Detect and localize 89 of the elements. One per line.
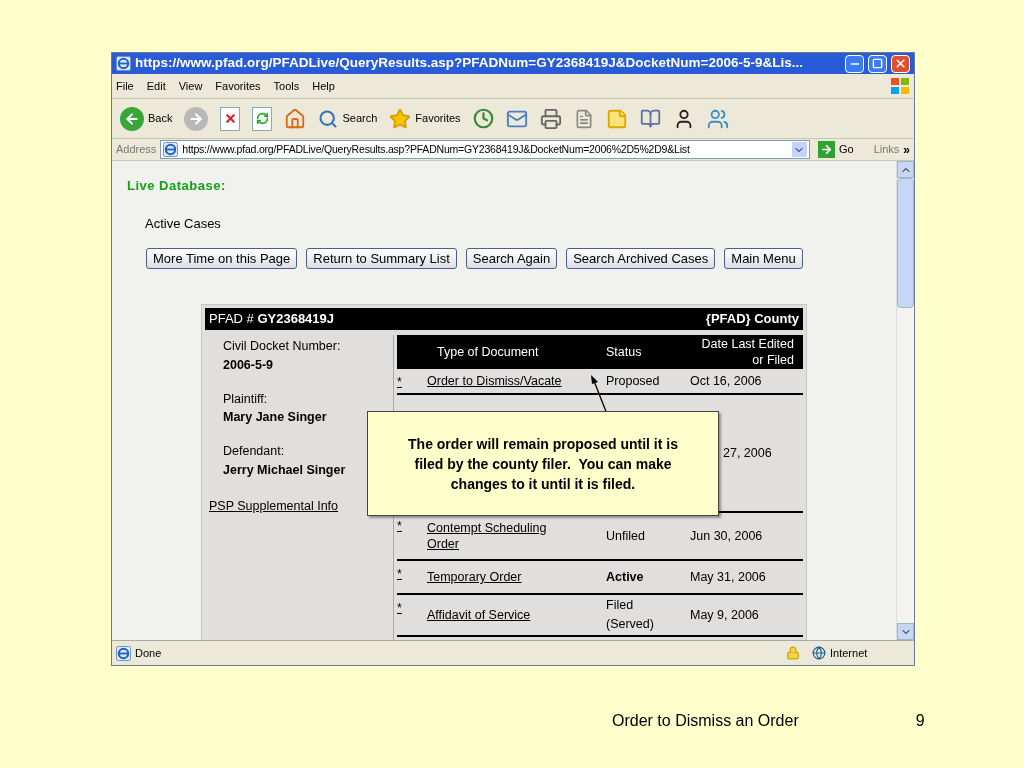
- scroll-up-icon[interactable]: [897, 161, 914, 178]
- page-button[interactable]: Return to Summary List: [306, 248, 457, 269]
- status-text: Active: [606, 568, 645, 586]
- zone-text: Internet: [830, 645, 869, 661]
- close-button[interactable]: [891, 54, 910, 73]
- links-button[interactable]: Links: [873, 141, 900, 158]
- stop-icon: [220, 106, 241, 131]
- more-chevron[interactable]: »: [903, 140, 910, 159]
- slide-footer-title: Order to Dismiss an Order: [612, 711, 799, 731]
- slide-number: 9: [915, 711, 925, 731]
- status-text: Done: [135, 645, 163, 661]
- page-subheading: Active Cases: [145, 214, 222, 233]
- close-icon: [894, 57, 907, 70]
- page-button[interactable]: Main Menu: [724, 248, 803, 269]
- status-text: Proposed: [606, 372, 661, 390]
- column-header: Type of Document: [436, 343, 540, 361]
- status-page-icon: [116, 645, 131, 661]
- date-text: Oct 16, 2006: [690, 372, 763, 390]
- callout-note: The order will remain proposed until it is filed by the county filer. You can make changes to it until it is filed.: [367, 411, 719, 516]
- book-icon: [639, 108, 661, 129]
- supplemental-info-link[interactable]: PSP Supplemental Info: [209, 496, 339, 516]
- stop-button[interactable]: [220, 106, 241, 131]
- page-icon: [163, 142, 179, 157]
- dropdown-icon: [791, 142, 807, 157]
- address-field[interactable]: https://www.pfad.org/PFADLive/QueryResults.asp?PFADNum=GY2368419J&DocketNum=2006%2D5%2D9&List: [160, 140, 810, 159]
- date-text: May 9, 2006: [690, 606, 760, 624]
- history-icon: [472, 108, 494, 129]
- back-button[interactable]: Back: [120, 106, 173, 131]
- home-button[interactable]: [284, 107, 307, 130]
- minimize-button[interactable]: [845, 54, 864, 73]
- menu-item[interactable]: Edit: [146, 77, 166, 95]
- star-icon: [389, 107, 412, 130]
- search-icon: [318, 108, 339, 129]
- menu-item[interactable]: File: [116, 77, 134, 95]
- research-button[interactable]: [639, 108, 661, 129]
- maximize-icon: [872, 58, 883, 69]
- column-header: Date Last Edited or Filed: [700, 336, 794, 368]
- go-button[interactable]: Go: [813, 141, 858, 158]
- people-icon: [706, 107, 729, 130]
- windows-logo-icon: [890, 77, 910, 95]
- page-button[interactable]: Search Archived Cases: [566, 248, 716, 269]
- page-button[interactable]: More Time on this Page: [146, 248, 298, 269]
- maximize-button[interactable]: [868, 54, 887, 73]
- print-button[interactable]: [539, 107, 562, 130]
- scroll-thumb[interactable]: [897, 178, 914, 308]
- address-label: Address: [116, 142, 157, 158]
- document-link[interactable]: Affidavit of Service: [427, 607, 567, 623]
- field-value: Jerry Michael Singer: [223, 461, 347, 479]
- refresh-button[interactable]: [252, 106, 273, 131]
- row-marker[interactable]: *: [397, 601, 402, 615]
- field-value: 2006-5-9: [223, 356, 275, 374]
- refresh-icon: [252, 106, 273, 131]
- search-button[interactable]: Search: [318, 108, 378, 129]
- county-name: {PFAD} County: [705, 310, 799, 329]
- document-link[interactable]: Order to Dismiss/Vacate: [427, 373, 567, 389]
- field-label: Defendant:: [223, 443, 286, 460]
- menu-item[interactable]: Tools: [273, 77, 300, 95]
- field-label: Civil Docket Number:: [223, 338, 342, 355]
- window-title: https://www.pfad.org/PFADLive/QueryResults.asp?PFADNum=GY2368419J&DocketNum=2006-5-9&Lis...: [135, 54, 804, 73]
- scroll-down-icon[interactable]: [897, 623, 914, 640]
- menu-item[interactable]: Help: [312, 77, 335, 95]
- status-text: Filed (Served): [606, 597, 655, 633]
- date-text: Jun 30, 2006: [690, 527, 764, 545]
- date-text: May 31, 2006: [690, 568, 767, 586]
- note-icon: [605, 107, 628, 130]
- field-value: Mary Jane Singer: [223, 409, 328, 427]
- menu-item[interactable]: Favorites: [215, 77, 261, 95]
- row-marker[interactable]: *: [397, 375, 402, 389]
- document-link[interactable]: Contempt Scheduling Order: [427, 520, 567, 552]
- page-button[interactable]: Search Again: [465, 248, 558, 269]
- browser-icon: [116, 56, 131, 71]
- forward-button[interactable]: [184, 106, 209, 131]
- document-link[interactable]: Temporary Order: [427, 569, 567, 585]
- column-header: Status: [606, 343, 643, 361]
- row-marker[interactable]: *: [397, 567, 402, 581]
- globe-icon: [812, 646, 826, 660]
- people-button[interactable]: [706, 107, 729, 130]
- history-button[interactable]: [472, 108, 494, 129]
- home-icon: [284, 107, 307, 130]
- case-number: PFAD # GY2368419J: [209, 310, 335, 329]
- lock-icon: [786, 646, 800, 660]
- printer-icon: [539, 107, 562, 130]
- date-text: 27, 2006: [722, 444, 773, 462]
- menu-item[interactable]: View: [178, 77, 203, 95]
- favorites-button[interactable]: Favorites: [389, 107, 461, 130]
- field-label: Plaintiff:: [223, 390, 269, 408]
- status-text: Unfiled: [606, 527, 646, 545]
- row-marker[interactable]: *: [397, 519, 402, 533]
- page-heading: Live Database:: [127, 177, 227, 195]
